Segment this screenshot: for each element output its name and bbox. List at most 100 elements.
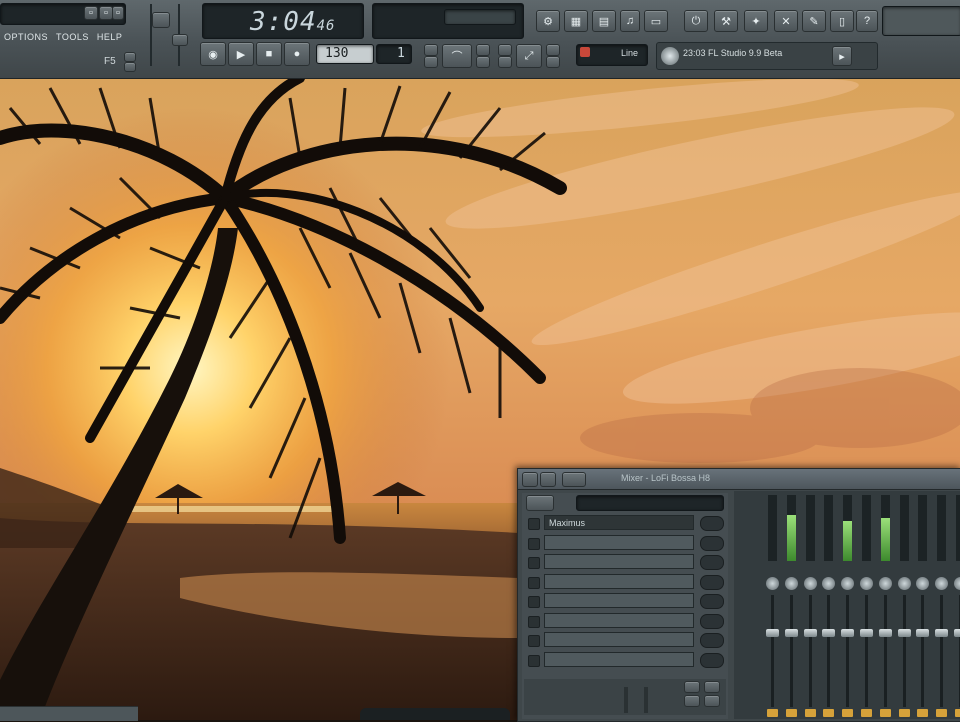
tempo-display[interactable]: 130 (316, 44, 374, 64)
fx-slot-enable-icon[interactable] (528, 596, 540, 608)
plugin-picker-icon[interactable]: ⚒ (714, 10, 738, 32)
volume-fader[interactable] (766, 629, 779, 637)
blend-notes-icon[interactable] (476, 56, 490, 68)
mixer-strip[interactable] (933, 491, 950, 719)
fx-slot-enable-icon[interactable] (528, 557, 540, 569)
fx-slot-name[interactable] (544, 651, 694, 667)
volume-fader[interactable] (897, 629, 911, 637)
menu-options[interactable]: OPTIONS (4, 32, 48, 46)
fx-input-selector[interactable] (576, 495, 724, 511)
snap-display[interactable]: Line (576, 44, 648, 66)
fx-slot[interactable] (528, 534, 724, 551)
strip-select-led[interactable] (861, 709, 872, 717)
strip-select-led[interactable] (917, 709, 929, 717)
mixer-strip[interactable] (914, 491, 931, 719)
play-button[interactable]: ▶ (228, 42, 254, 66)
power-icon[interactable]: ⏻ (684, 10, 708, 32)
mixer-options-icon[interactable] (562, 472, 586, 487)
fx-slot[interactable] (528, 573, 724, 590)
record-mode-icon[interactable] (546, 56, 560, 68)
strip-select-led[interactable] (804, 709, 816, 717)
pan-knob[interactable] (803, 577, 817, 590)
transport-pattern-song-toggle[interactable]: ◉ (200, 42, 226, 66)
master-pitch-slider[interactable] (172, 34, 188, 46)
volume-fader[interactable] (860, 629, 873, 637)
volume-fader[interactable] (878, 629, 892, 637)
menu-tools[interactable]: TOOLS (56, 32, 89, 46)
strip-select-led[interactable] (785, 709, 797, 717)
fx-slot-enable-icon[interactable] (528, 635, 540, 647)
mixer-strip[interactable] (783, 491, 800, 719)
fx-slot[interactable] (528, 651, 724, 668)
step-sequencer-icon[interactable]: ▦ (564, 10, 588, 32)
f5-down-icon[interactable] (124, 62, 136, 72)
mixer-arrow-icon[interactable] (540, 472, 556, 487)
pan-knob[interactable] (878, 577, 892, 590)
stop-button[interactable]: ■ (256, 42, 282, 66)
tools-icon[interactable]: ✕ (774, 10, 798, 32)
pattern-display[interactable]: 1 (376, 44, 412, 64)
pan-knob[interactable] (954, 577, 960, 590)
record-button[interactable]: ● (284, 42, 310, 66)
mixer-title-bar[interactable]: Mixer - LoFi Bossa H8 (518, 469, 960, 490)
strip-select-led[interactable] (842, 709, 854, 717)
f5-up-icon[interactable] (124, 52, 136, 62)
mixer-menu-icon[interactable] (522, 472, 538, 487)
metronome-icon[interactable] (424, 44, 438, 56)
pan-knob[interactable] (766, 577, 779, 590)
pan-knob[interactable] (860, 577, 873, 590)
mixer-strip[interactable] (896, 491, 913, 719)
volume-fader[interactable] (954, 629, 960, 637)
wait-for-input-icon[interactable] (424, 56, 438, 68)
fx-slot-enable-icon[interactable] (528, 654, 540, 667)
mixer-strip[interactable] (820, 491, 837, 719)
mixer-strip[interactable] (877, 491, 894, 719)
pan-knob[interactable] (935, 577, 949, 590)
pan-knob[interactable] (784, 577, 798, 590)
fx-slot-mix-knob[interactable] (700, 555, 724, 570)
fx-slot-enable-icon[interactable] (528, 615, 540, 628)
fx-slot-name[interactable] (544, 593, 694, 608)
fx-slot[interactable] (528, 554, 724, 570)
mixer-strip[interactable] (802, 491, 819, 719)
typing-keyboard-icon[interactable]: ⌒ (442, 44, 472, 68)
multilink-icon[interactable] (546, 44, 560, 56)
fx-slot-mix-knob[interactable] (700, 652, 724, 668)
maximize-icon[interactable]: ▫ (99, 6, 113, 20)
fx-slot-name[interactable] (544, 554, 694, 569)
fx-slot-enable-icon[interactable] (528, 518, 540, 530)
mixer-strip[interactable] (858, 491, 875, 719)
fx-slot-name[interactable]: Maximus (544, 515, 694, 530)
fx-knob-d-icon[interactable] (704, 695, 720, 707)
strip-select-led[interactable] (936, 709, 948, 717)
fx-slot-name[interactable] (544, 632, 694, 647)
scroll-icon[interactable]: ⤢ (516, 44, 542, 68)
fx-slot-name[interactable] (544, 573, 694, 589)
fx-header-button[interactable] (526, 495, 554, 511)
fx-knob-c-icon[interactable] (684, 695, 700, 707)
playlist-icon[interactable]: ⚙ (536, 10, 560, 32)
fx-knob-b-icon[interactable] (704, 681, 720, 693)
volume-fader[interactable] (841, 629, 855, 637)
settings-icon[interactable]: ✎ (802, 10, 826, 32)
pan-knob[interactable] (841, 577, 855, 590)
volume-fader[interactable] (935, 629, 949, 637)
fx-slot-name[interactable] (544, 612, 694, 628)
fx-slot[interactable] (528, 612, 724, 629)
strip-select-led[interactable] (823, 709, 835, 717)
fx-slot-mix-knob[interactable] (700, 594, 724, 609)
piano-roll-icon[interactable]: ▤ (592, 10, 616, 32)
close-icon[interactable]: ▫ (112, 6, 124, 20)
strip-select-led[interactable] (879, 709, 891, 717)
fx-knob-a-icon[interactable] (684, 681, 700, 693)
mixer-strip[interactable] (764, 491, 781, 719)
fx-slot[interactable] (528, 593, 724, 609)
volume-fader[interactable] (916, 629, 930, 637)
volume-fader[interactable] (822, 629, 836, 637)
browser-icon[interactable]: ♫ (620, 10, 640, 32)
strip-select-led[interactable] (767, 709, 778, 717)
strip-select-led[interactable] (898, 709, 910, 717)
fx-slot-mix-knob[interactable] (700, 613, 724, 629)
song-position-clock[interactable]: 3:0446 (250, 7, 335, 37)
master-volume-slider[interactable] (152, 12, 170, 28)
